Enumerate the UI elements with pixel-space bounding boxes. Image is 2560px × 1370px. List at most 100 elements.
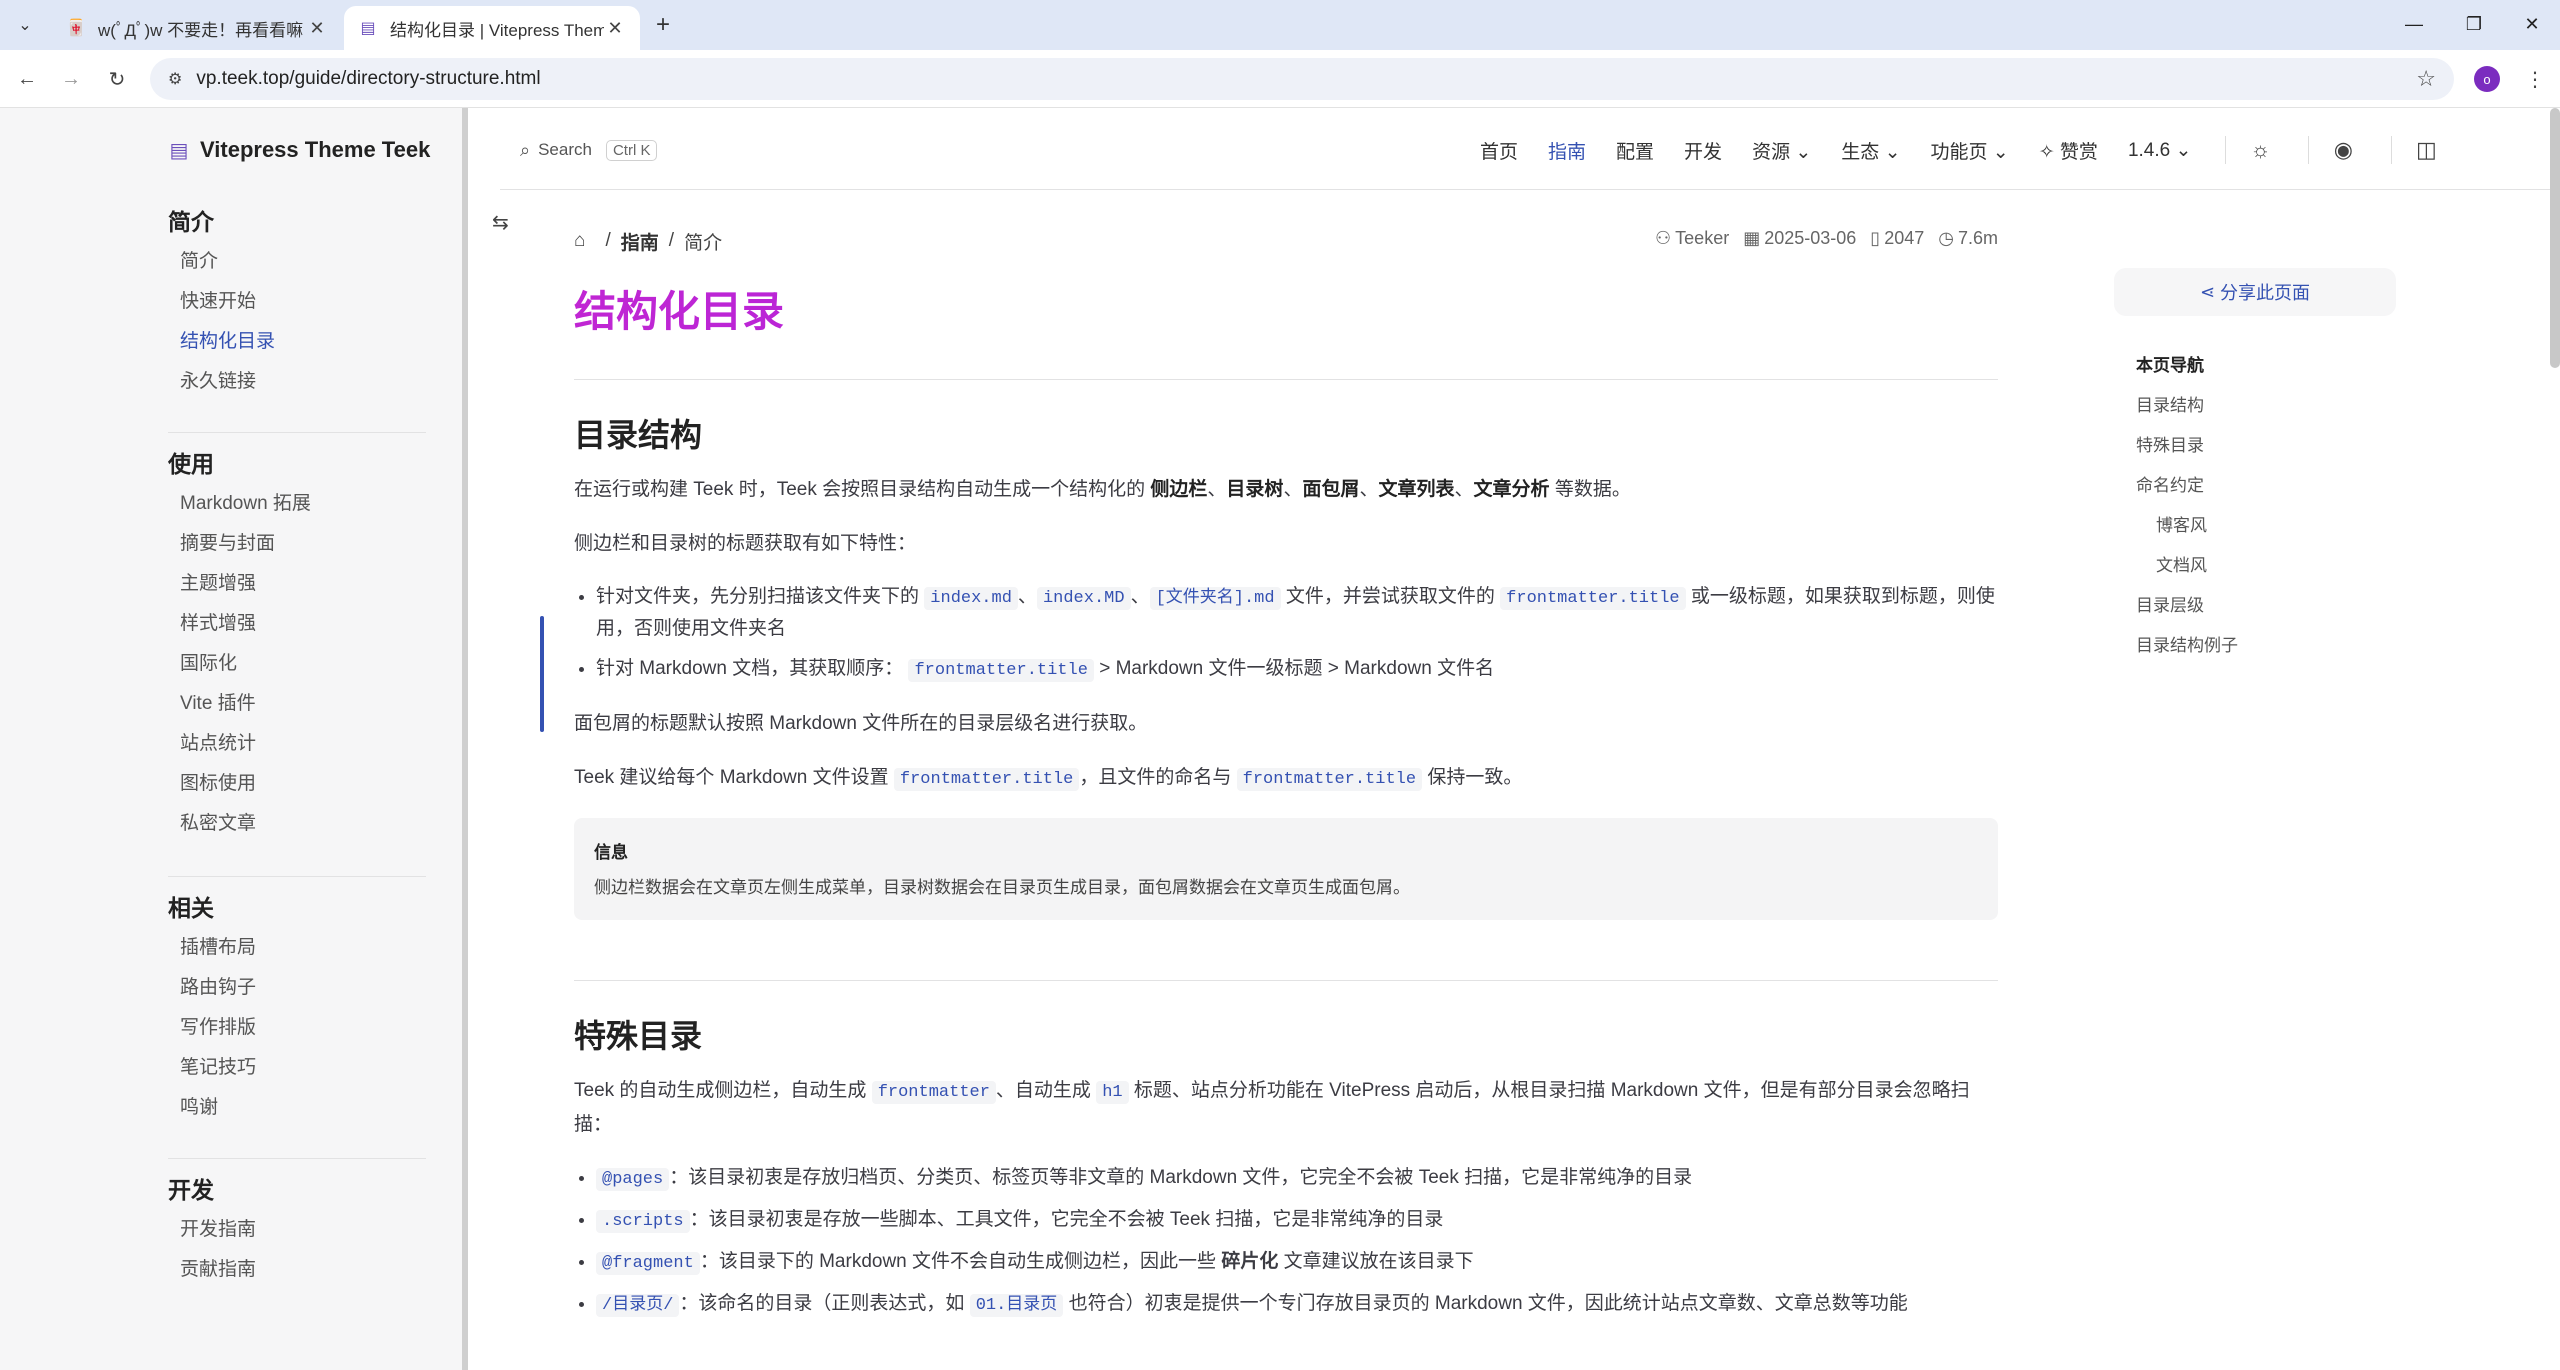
toc-item[interactable]: 目录结构 (2114, 386, 2396, 426)
address-bar[interactable]: ⚙ vp.teek.top/guide/directory-structure.… (150, 58, 2454, 100)
text: ，且文件的命名与 (1079, 767, 1232, 788)
sidebar-item[interactable]: 贡献指南 (168, 1250, 426, 1290)
site-logo[interactable]: ▤ Vitepress Theme Teek (168, 134, 431, 166)
bold-text: 文章分析 (1473, 479, 1550, 500)
author[interactable]: Teeker (1675, 228, 1729, 249)
active-focus-bar (540, 616, 544, 732)
nav-link-config[interactable]: 配置 (1616, 137, 1654, 164)
reading-mode-icon[interactable]: ◫ (2408, 132, 2444, 168)
window-close-button[interactable]: ✕ (2504, 8, 2560, 40)
theme-toggle-icon[interactable]: ☼ (2242, 132, 2278, 168)
sidebar-item[interactable]: 永久链接 (168, 362, 426, 402)
inline-code: frontmatter.title (908, 659, 1094, 682)
toc-item[interactable]: 特殊目录 (2114, 426, 2396, 466)
browser-tab-bar: ⌄ 🀄 w(ﾟДﾟ)w 不要走！再看看嘛！ ✕ ▤ 结构化目录 | Vitepr… (0, 0, 2560, 50)
sidebar-item[interactable]: 笔记技巧 (168, 1048, 426, 1088)
nav-link-donate[interactable]: ✧ 赞赏 (2039, 137, 2098, 164)
sidebar-item[interactable]: 国际化 (168, 644, 426, 684)
search-shortcut: Ctrl K (605, 139, 658, 161)
sidebar-collapse-icon[interactable]: ⇆ (492, 210, 516, 234)
home-icon[interactable]: ⌂ (574, 230, 585, 252)
breadcrumb-separator: / (605, 230, 611, 251)
sidebar-item[interactable]: 样式增强 (168, 604, 426, 644)
sidebar-item[interactable]: 摘要与封面 (168, 524, 426, 564)
site-title: Vitepress Theme Teek (200, 137, 431, 162)
text: Teek 建议给每个 Markdown 文件设置 (574, 767, 889, 788)
search-label: Search (538, 140, 592, 159)
page-title: 结构化目录 (574, 278, 1998, 339)
page-scrollbar[interactable] (2550, 108, 2560, 368)
sidebar-item[interactable]: 站点统计 (168, 724, 426, 764)
nav-dropdown-ecosystem[interactable]: 生态 ⌄ (1841, 137, 1900, 164)
browser-tab-active[interactable]: ▤ 结构化目录 | Vitepress Theme ✕ (344, 6, 640, 50)
nav-dropdown-resources[interactable]: 资源 ⌄ (1752, 137, 1811, 164)
toc-item[interactable]: 命名约定 (2114, 466, 2396, 506)
minimize-button[interactable]: — (2386, 8, 2442, 40)
sidebar-item[interactable]: 主题增强 (168, 564, 426, 604)
nav-dropdown-features[interactable]: 功能页 ⌄ (1931, 137, 2009, 164)
toc-item[interactable]: 博客风 (2114, 506, 2396, 546)
browser-menu-icon[interactable]: ⋮ (2520, 64, 2550, 94)
inline-code: frontmatter.title (893, 768, 1080, 791)
close-icon[interactable]: ✕ (604, 17, 626, 39)
sidebar-item[interactable]: 鸣谢 (168, 1088, 426, 1128)
breadcrumb-item[interactable]: 指南 (621, 228, 659, 255)
chevron-down-icon: ⌄ (2175, 139, 2192, 161)
list-item: 针对文件夹，先分别扫描该文件夹下的 index.md、index.MD、[文件夹… (596, 582, 1998, 644)
toc-item[interactable]: 文档风 (2114, 546, 2396, 586)
version-dropdown[interactable]: 1.4.6 ⌄ (2128, 139, 2191, 162)
sidebar-divider (168, 876, 426, 877)
logo-icon: ▤ (169, 139, 189, 162)
browser-tab[interactable]: 🀄 w(ﾟДﾟ)w 不要走！再看看嘛！ ✕ (52, 6, 342, 50)
github-icon[interactable]: ◉ (2325, 132, 2361, 168)
nav-link-guide[interactable]: 指南 (1548, 137, 1586, 164)
share-page-button[interactable]: ⋖ 分享此页面 (2114, 268, 2396, 316)
nav-link-home[interactable]: 首页 (1480, 137, 1518, 164)
sidebar-item[interactable]: 路由钩子 (168, 968, 426, 1008)
inline-code: 01.目录页 (969, 1294, 1064, 1317)
sidebar-item[interactable]: 开发指南 (168, 1210, 426, 1250)
back-button[interactable]: ← (12, 64, 42, 94)
forward-button[interactable]: → (56, 64, 86, 94)
sidebar-group-dev: 开发 开发指南 贡献指南 (168, 1170, 426, 1290)
tab-title: 结构化目录 | Vitepress Theme (390, 20, 604, 40)
doc-content: ⌂ / 指南 / 简介 ⚇ Teeker ▦ 2025-03-06 ▯ 2047 ◷ 7… (574, 228, 1998, 1343)
nav-link-dev[interactable]: 开发 (1684, 137, 1722, 164)
share-label: 分享此页面 (2220, 283, 2311, 303)
text: 针对文件夹，先分别扫描该文件夹下的 (596, 586, 920, 607)
search-button[interactable]: ⌕ Search Ctrl K (520, 136, 658, 164)
inline-code: [文件夹名].md (1149, 587, 1281, 610)
text: 针对 Markdown 文档，其获取顺序： (596, 658, 904, 679)
restore-button[interactable]: ❐ (2446, 8, 2502, 40)
page-aside: ⋖ 分享此页面 本页导航 目录结构 特殊目录 命名约定 博客风 文档风 目录层级… (2114, 268, 2396, 666)
info-callout: 信息 侧边栏数据会在文章页左侧生成菜单，目录树数据会在目录页生成目录，面包屑数据… (574, 818, 1998, 920)
toc-item[interactable]: 目录层级 (2114, 586, 2396, 626)
bookmark-star-icon[interactable]: ☆ (2416, 66, 2436, 92)
text: ：该目录初衷是存放归档页、分类页、标签页等非文章的 Markdown 文件，它完… (669, 1167, 1693, 1188)
sidebar-scrollbar[interactable] (462, 108, 468, 1370)
profile-avatar[interactable]: o (2474, 66, 2500, 92)
close-icon[interactable]: ✕ (306, 17, 328, 39)
article-meta: ⚇ Teeker ▦ 2025-03-06 ▯ 2047 ◷ 7.6m (1641, 228, 1998, 249)
sidebar-item[interactable]: 插槽布局 (168, 928, 426, 968)
sidebar-item-active[interactable]: 结构化目录 (168, 322, 426, 362)
inline-code: frontmatter (871, 1081, 996, 1104)
sidebar-item[interactable]: Markdown 拓展 (168, 484, 426, 524)
sidebar-item[interactable]: 写作排版 (168, 1008, 426, 1048)
reload-button[interactable]: ↻ (102, 64, 132, 94)
sidebar-item[interactable]: 简介 (168, 242, 426, 282)
tab-search-button[interactable]: ⌄ (10, 12, 40, 38)
breadcrumb-item[interactable]: 简介 (684, 228, 722, 255)
new-tab-button[interactable]: + (648, 11, 678, 38)
url-text[interactable]: vp.teek.top/guide/directory-structure.ht… (196, 68, 2416, 90)
sidebar-item[interactable]: Vite 插件 (168, 684, 426, 724)
sidebar-item[interactable]: 图标使用 (168, 764, 426, 804)
donate-icon: ✧ (2038, 141, 2055, 163)
browser-toolbar: ← → ↻ ⚙ vp.teek.top/guide/directory-stru… (0, 50, 2560, 108)
site-info-icon[interactable]: ⚙ (168, 69, 182, 89)
toc-item[interactable]: 目录结构例子 (2114, 626, 2396, 666)
sidebar-item[interactable]: 私密文章 (168, 804, 426, 844)
sidebar-group-usage: 使用 Markdown 拓展 摘要与封面 主题增强 样式增强 国际化 Vite … (168, 444, 426, 844)
callout-body: 侧边栏数据会在文章页左侧生成菜单，目录树数据会在目录页生成目录，面包屑数据会在文… (594, 878, 1410, 897)
sidebar-item[interactable]: 快速开始 (168, 282, 426, 322)
